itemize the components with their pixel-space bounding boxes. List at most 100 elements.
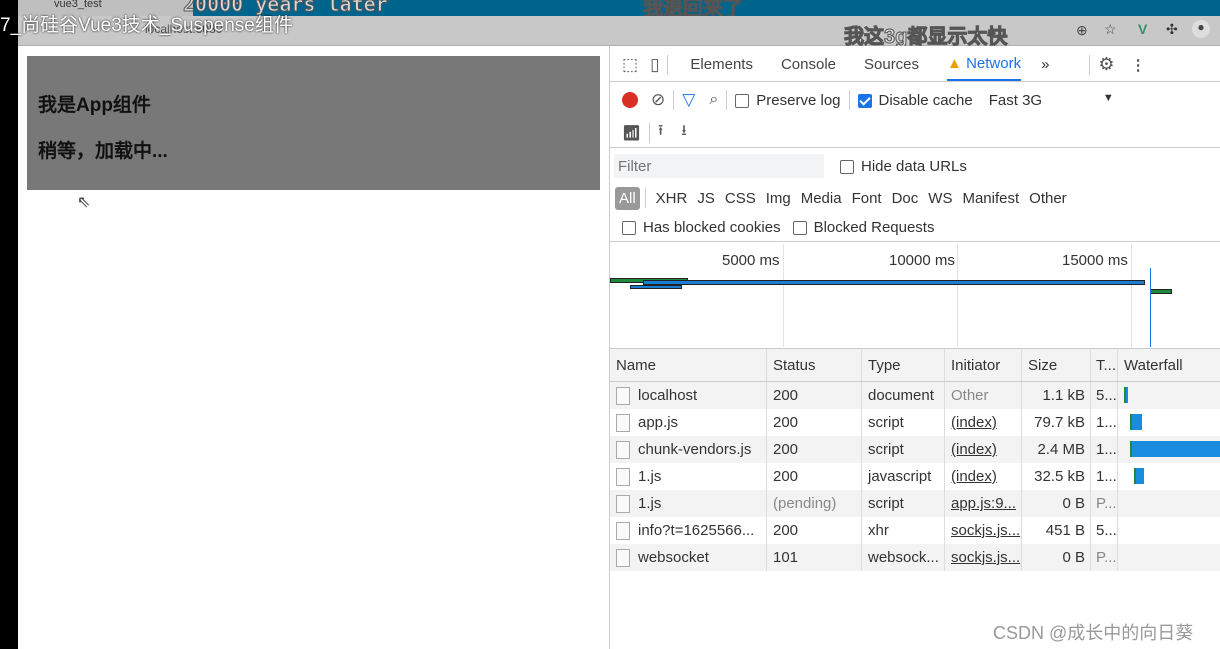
request-time: 1... [1091,463,1118,490]
caption-bottom: 我这3g都显示太快 [843,26,1008,49]
more-options-icon[interactable]: ⋮ [1131,56,1146,74]
col-type[interactable]: Type [862,349,945,381]
request-type: script [862,409,945,436]
request-initiator[interactable]: sockjs.js... [951,549,1020,566]
waterfall-bar [1130,414,1142,430]
request-name: chunk-vendors.js [638,441,752,458]
filter-font[interactable]: Font [852,190,882,207]
request-initiator[interactable]: app.js:9... [951,495,1016,512]
waterfall-bar [1130,441,1220,457]
star-icon[interactable]: ☆ [1104,21,1117,38]
dom-loaded-marker [1150,268,1151,347]
tab-console[interactable]: Console [781,56,836,73]
vue-devtools-icon[interactable]: V [1138,21,1147,37]
request-size: 2.4 MB [1022,436,1091,463]
overview-bar [630,285,682,289]
request-initiator[interactable]: (index) [951,414,997,431]
filter-input[interactable] [614,154,824,178]
video-title: 7_尚硅谷Vue3技术_Suspense组件 [0,15,293,36]
settings-icon[interactable]: ⚙ [1098,54,1114,75]
col-status[interactable]: Status [767,349,862,381]
request-name: app.js [638,414,679,431]
request-time: P... [1091,544,1118,571]
col-size[interactable]: Size [1022,349,1091,381]
filter-ws[interactable]: WS [928,190,952,207]
request-status: 101 [767,544,862,571]
filter-icon[interactable]: ▽ [682,90,695,110]
request-time: P... [1091,490,1118,517]
inspect-element-icon[interactable]: ⬚ [622,55,638,75]
request-size: 0 B [1022,490,1091,517]
table-row[interactable]: 1.js 200 javascript (index) 32.5 kB 1... [610,463,1220,490]
timeline-overview[interactable]: 5000 ms 10000 ms 15000 ms [610,244,1220,347]
disable-cache-checkbox[interactable]: Disable cache [857,92,973,109]
tab-elements[interactable]: Elements [690,56,753,73]
table-row[interactable]: info?t=1625566... 200 xhr sockjs.js... 4… [610,517,1220,544]
request-status: 200 [767,517,862,544]
request-type: document [862,382,945,409]
tab-network[interactable]: ▲ Network [947,48,1022,81]
record-button[interactable] [622,92,638,108]
preserve-log-checkbox[interactable]: Preserve log [735,92,841,109]
tab-sources[interactable]: Sources [864,56,919,73]
more-tabs-button[interactable]: » [1041,56,1049,73]
zoom-icon[interactable]: ⊕ [1076,22,1088,39]
request-initiator[interactable]: (index) [951,441,997,458]
filter-other[interactable]: Other [1029,190,1067,207]
request-type: xhr [862,517,945,544]
filter-manifest[interactable]: Manifest [962,190,1019,207]
request-time: 5... [1091,382,1118,409]
col-waterfall[interactable]: Waterfall [1118,349,1220,381]
table-row[interactable]: chunk-vendors.js 200 script (index) 2.4 … [610,436,1220,463]
waterfall-bar [1124,387,1128,403]
filter-img[interactable]: Img [766,190,791,207]
request-size: 0 B [1022,544,1091,571]
col-initiator[interactable]: Initiator [945,349,1022,381]
export-har-icon[interactable]: ⭳ [681,120,686,145]
table-row[interactable]: websocket 101 websock... sockjs.js... 0 … [610,544,1220,571]
table-row[interactable]: app.js 200 script (index) 79.7 kB 1... [610,409,1220,436]
tick-5000: 5000 ms [722,252,780,269]
table-row[interactable]: localhost 200 document Other 1.1 kB 5... [610,382,1220,409]
hide-data-urls-checkbox[interactable]: Hide data URLs [840,158,967,175]
col-name[interactable]: Name [610,349,767,381]
request-time: 5... [1091,517,1118,544]
clear-icon[interactable]: ⊘ [651,90,665,110]
overview-bar [1150,289,1172,294]
blocked-requests-checkbox[interactable]: Blocked Requests [792,219,934,236]
watermark: CSDN @成长中的向日葵 [993,623,1194,643]
search-icon[interactable]: ⌕ [709,91,718,109]
loading-text: 稍等，加载中... [38,141,168,162]
request-initiator[interactable]: (index) [951,468,997,485]
app-component: 我是App组件 稍等，加载中... [27,56,600,190]
app-heading: 我是App组件 [38,95,151,116]
profile-icon[interactable]: ● [1192,20,1210,38]
tick-15000: 15000 ms [1062,252,1128,269]
request-waterfall [1118,409,1220,436]
waterfall-bar [1134,468,1144,484]
filter-all[interactable]: All [615,186,640,210]
request-waterfall [1118,436,1220,463]
file-icon [616,413,630,432]
request-initiator[interactable]: sockjs.js... [951,522,1020,539]
browser-tab-title[interactable]: vue3_test [54,0,102,10]
warning-icon: ▲ [947,55,962,72]
network-conditions-icon[interactable]: 📶︎ [622,124,641,142]
filter-doc[interactable]: Doc [892,190,919,207]
filter-js[interactable]: JS [697,190,715,207]
filter-xhr[interactable]: XHR [656,190,688,207]
col-time[interactable]: T... [1091,349,1118,381]
import-har-icon[interactable]: ⭱ [658,120,663,145]
throttle-select[interactable]: Fast 3G ▼ [989,92,1114,109]
request-size: 451 B [1022,517,1091,544]
device-toolbar-icon[interactable]: ▯ [650,55,659,75]
request-size: 1.1 kB [1022,382,1091,409]
filter-css[interactable]: CSS [725,190,756,207]
filter-media[interactable]: Media [801,190,842,207]
request-waterfall [1118,490,1220,517]
extensions-icon[interactable]: ✣ [1166,21,1178,38]
table-row[interactable]: 1.js (pending) script app.js:9... 0 B P.… [610,490,1220,517]
has-blocked-cookies-checkbox[interactable]: Has blocked cookies [622,219,781,236]
request-size: 32.5 kB [1022,463,1091,490]
file-icon [616,467,630,486]
